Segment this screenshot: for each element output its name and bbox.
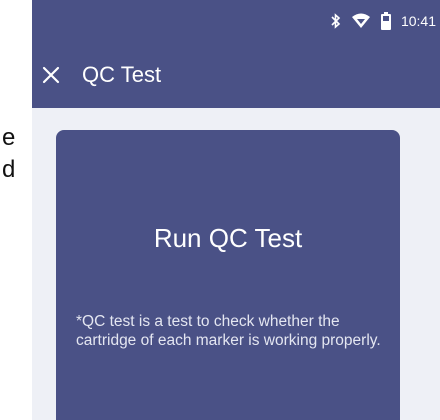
background-text-fragment: e xyxy=(2,124,16,151)
phone-screen: 10:41 QC Test Run QC Test *QC test is a … xyxy=(32,0,440,420)
run-qc-test-card[interactable]: Run QC Test *QC test is a test to check … xyxy=(56,130,400,420)
status-bar: 10:41 xyxy=(330,10,436,32)
run-qc-test-label: Run QC Test xyxy=(153,223,303,253)
qc-test-description: *QC test is a test to check whether the … xyxy=(76,313,381,349)
status-time: 10:41 xyxy=(400,13,436,29)
battery-icon xyxy=(380,12,392,30)
app-bar: 10:41 QC Test xyxy=(32,0,440,108)
background-text-fragment: d xyxy=(2,156,16,183)
background-document: e d xyxy=(0,0,32,420)
bluetooth-icon xyxy=(330,13,342,29)
wifi-icon xyxy=(351,13,371,29)
close-button[interactable] xyxy=(34,58,68,92)
page-title: QC Test xyxy=(82,62,162,87)
close-icon xyxy=(42,66,60,84)
